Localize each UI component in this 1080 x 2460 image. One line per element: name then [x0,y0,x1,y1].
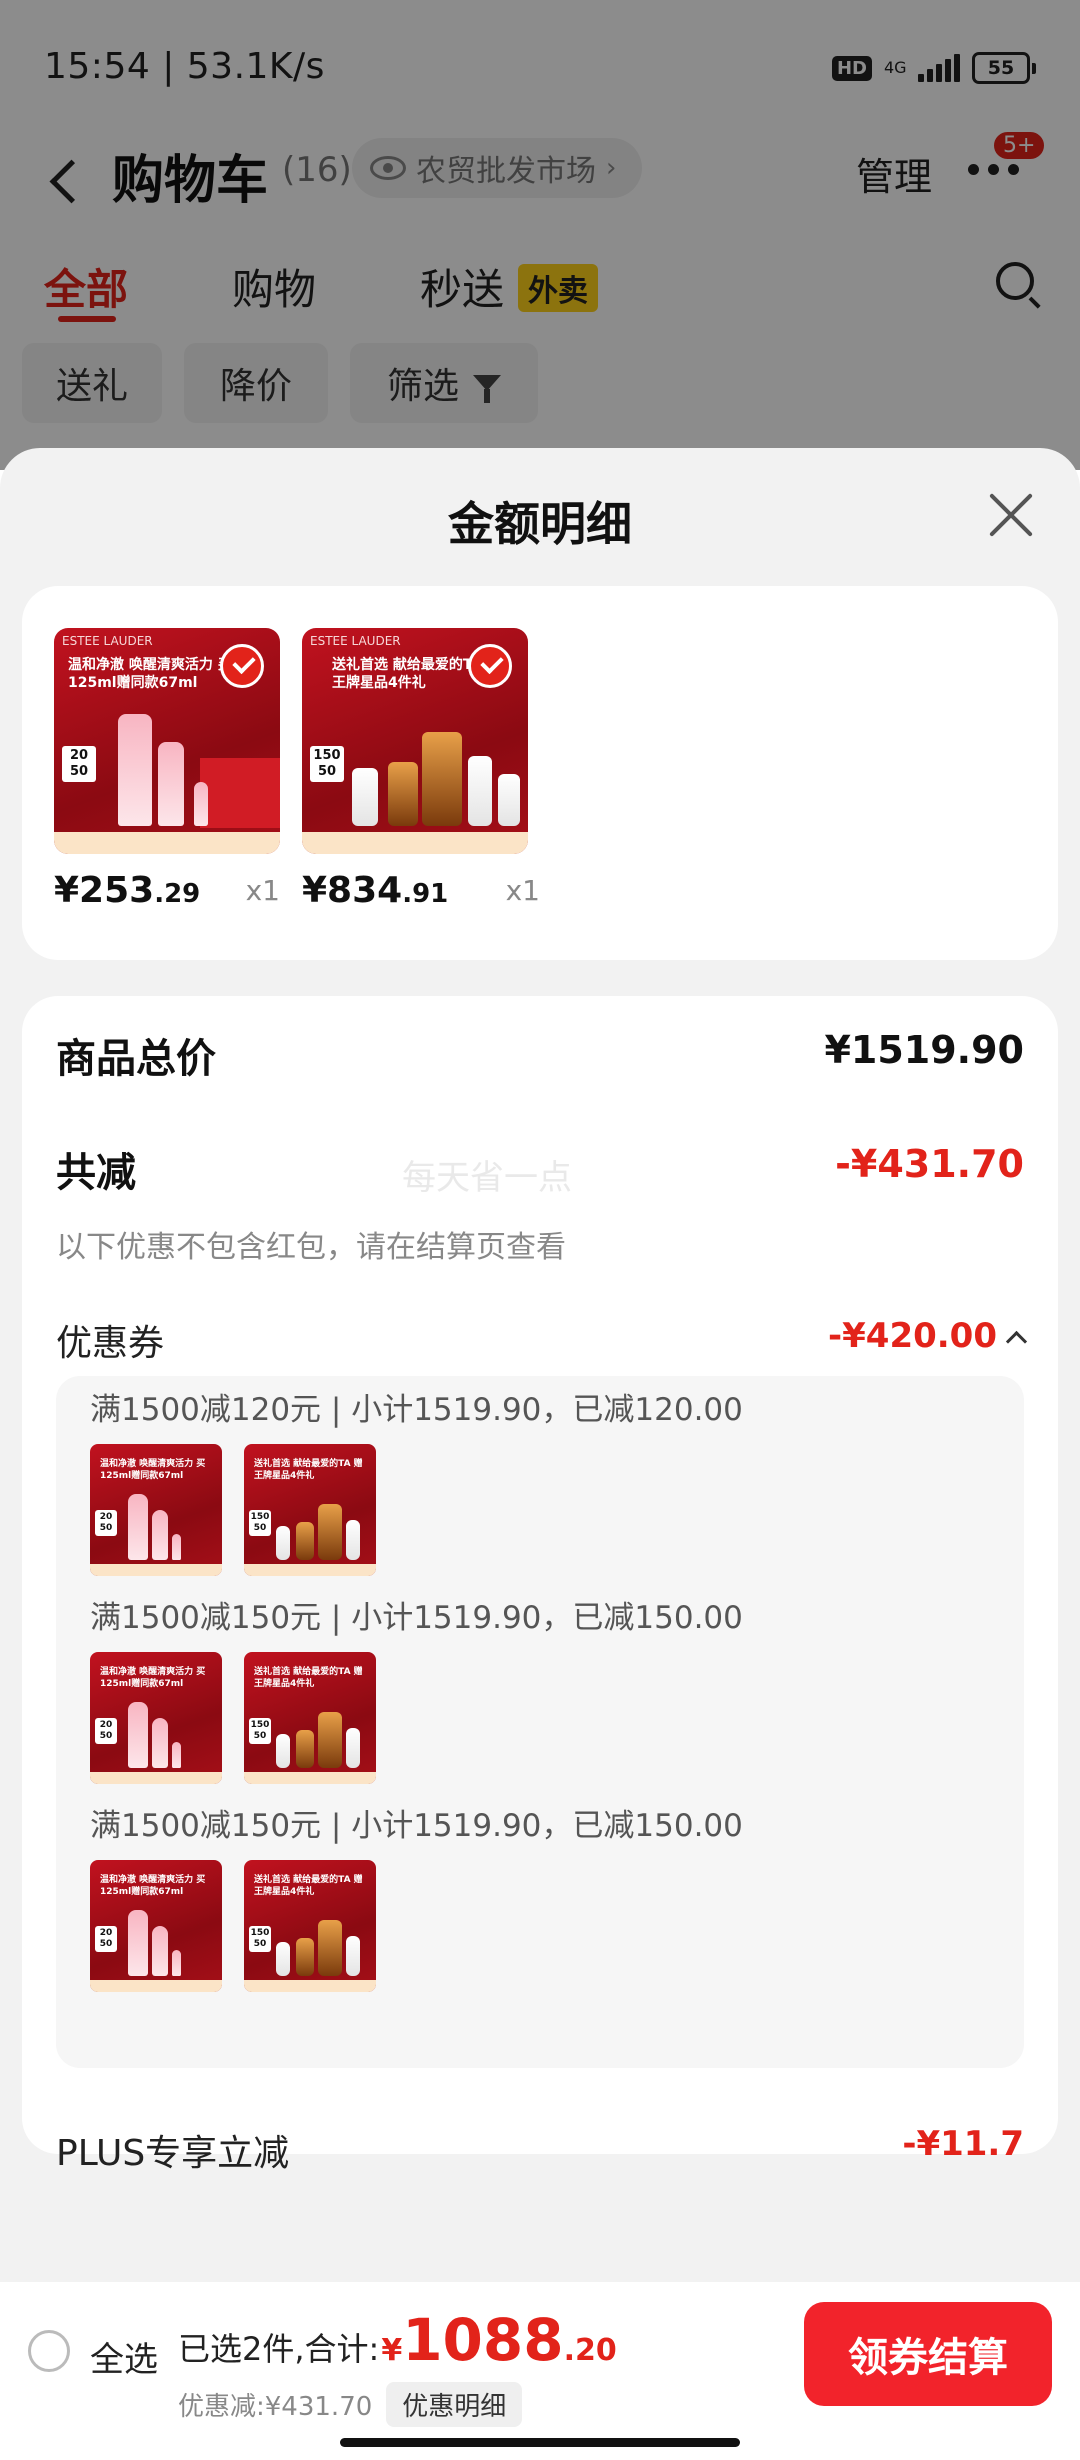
selected-summary: 已选2件,合计: [178,2330,380,2368]
coupon-rule: 满1500减120元 | 小计1519.90，已减120.00 [90,1392,743,1428]
product-qty: x1 [245,874,280,907]
total-amount-dec: .20 [563,2333,617,2368]
checkout-button[interactable]: 领券结算 [804,2302,1052,2406]
coupon-group: 满1500减150元 | 小计1519.90，已减150.00 温和净澈 唤醒清… [90,1592,990,1784]
discount-summary: 优惠减:¥431.70 优惠明细 [178,2382,523,2427]
reduction-value: -¥431.70 [835,1142,1024,1186]
close-icon[interactable] [986,490,1036,540]
reduction-label: 共减 [56,1150,136,1196]
modal-overlay[interactable] [0,0,1080,470]
coupon-group: 满1500减120元 | 小计1519.90，已减120.00 温和净澈 唤醒清… [90,1384,990,1576]
checked-icon[interactable] [220,644,264,688]
coupon-group: 满1500减150元 | 小计1519.90，已减150.00 温和净澈 唤醒清… [90,1800,990,1992]
product-item[interactable]: ESTEE LAUDER 送礼首选 献给最爱的TA 赠王牌星品4件礼 150 50… [302,628,582,914]
plus-discount-label: PLUS专享立减 [56,2133,290,2174]
checked-icon[interactable] [468,644,512,688]
sheet-title: 金额明细 [448,497,632,551]
total-price-value: ¥1519.90 [824,1028,1024,1072]
chevron-up-icon [1005,1330,1028,1353]
product-price: ¥834.91 [302,870,449,911]
coupon-label: 优惠券 [56,1323,165,1364]
price-detail-card: 商品总价 ¥1519.90 共减 每天省一点 -¥431.70 以下优惠不包含红… [22,996,1058,2174]
watermark: 每天省一点 [402,1158,572,1198]
discount-amount: 优惠减:¥431.70 [178,2392,373,2422]
discount-note: 以下优惠不包含红包，请在结算页查看 [56,1230,566,1265]
coupon-detail-box: 满1500减120元 | 小计1519.90，已减120.00 温和净澈 唤醒清… [56,1376,1024,2068]
coupon-toggle[interactable]: -¥420.00 [828,1316,1028,1356]
select-all-radio-icon[interactable] [28,2330,70,2372]
mini-product-image: 温和净澈 唤醒清爽活力 买125ml赠同款67ml 20 50 [90,1444,222,1576]
home-indicator [340,2438,740,2447]
product-item[interactable]: ESTEE LAUDER 温和净澈 唤醒清爽活力 买125ml赠同款67ml 2… [54,628,334,914]
select-all-label[interactable]: 全选 [90,2332,158,2381]
product-image: ESTEE LAUDER 温和净澈 唤醒清爽活力 买125ml赠同款67ml 2… [54,628,280,854]
plus-discount-value: -¥11.7 [902,2124,1024,2164]
mini-product-image: 温和净澈 唤醒清爽活力 买125ml赠同款67ml 20 50 [90,1860,222,1992]
mini-product-image: 送礼首选 献给最爱的TA 赠王牌星品4件礼 150 50 [244,1652,376,1784]
selected-products-card: ESTEE LAUDER 温和净澈 唤醒清爽活力 买125ml赠同款67ml 2… [22,586,1058,960]
mini-product-image: 送礼首选 献给最爱的TA 赠王牌星品4件礼 150 50 [244,1860,376,1992]
product-price: ¥253.29 [54,870,201,911]
currency-symbol: ¥ [381,2333,403,2368]
coupon-rule: 满1500减150元 | 小计1519.90，已减150.00 [90,1600,743,1636]
product-qty: x1 [505,874,540,907]
coupon-value: -¥420.00 [828,1316,997,1356]
discount-detail-button[interactable]: 优惠明细 [386,2382,523,2427]
mini-product-image: 送礼首选 献给最爱的TA 赠王牌星品4件礼 150 50 [244,1444,376,1576]
coupon-rule: 满1500减150元 | 小计1519.90，已减150.00 [90,1808,743,1844]
total-summary: 已选2件,合计: ¥ 1088 .20 [178,2306,617,2374]
total-price-label: 商品总价 [56,1036,216,1082]
product-image: ESTEE LAUDER 送礼首选 献给最爱的TA 赠王牌星品4件礼 150 50 [302,628,528,854]
checkout-bar: 全选 已选2件,合计: ¥ 1088 .20 优惠减:¥431.70 优惠明细 … [0,2282,1080,2460]
total-amount-int: 1088 [402,2306,564,2374]
amount-detail-sheet: 金额明细 ESTEE LAUDER 温和净澈 唤醒清爽活力 买125ml赠同款6… [0,448,1080,2460]
mini-product-image: 温和净澈 唤醒清爽活力 买125ml赠同款67ml 20 50 [90,1652,222,1784]
